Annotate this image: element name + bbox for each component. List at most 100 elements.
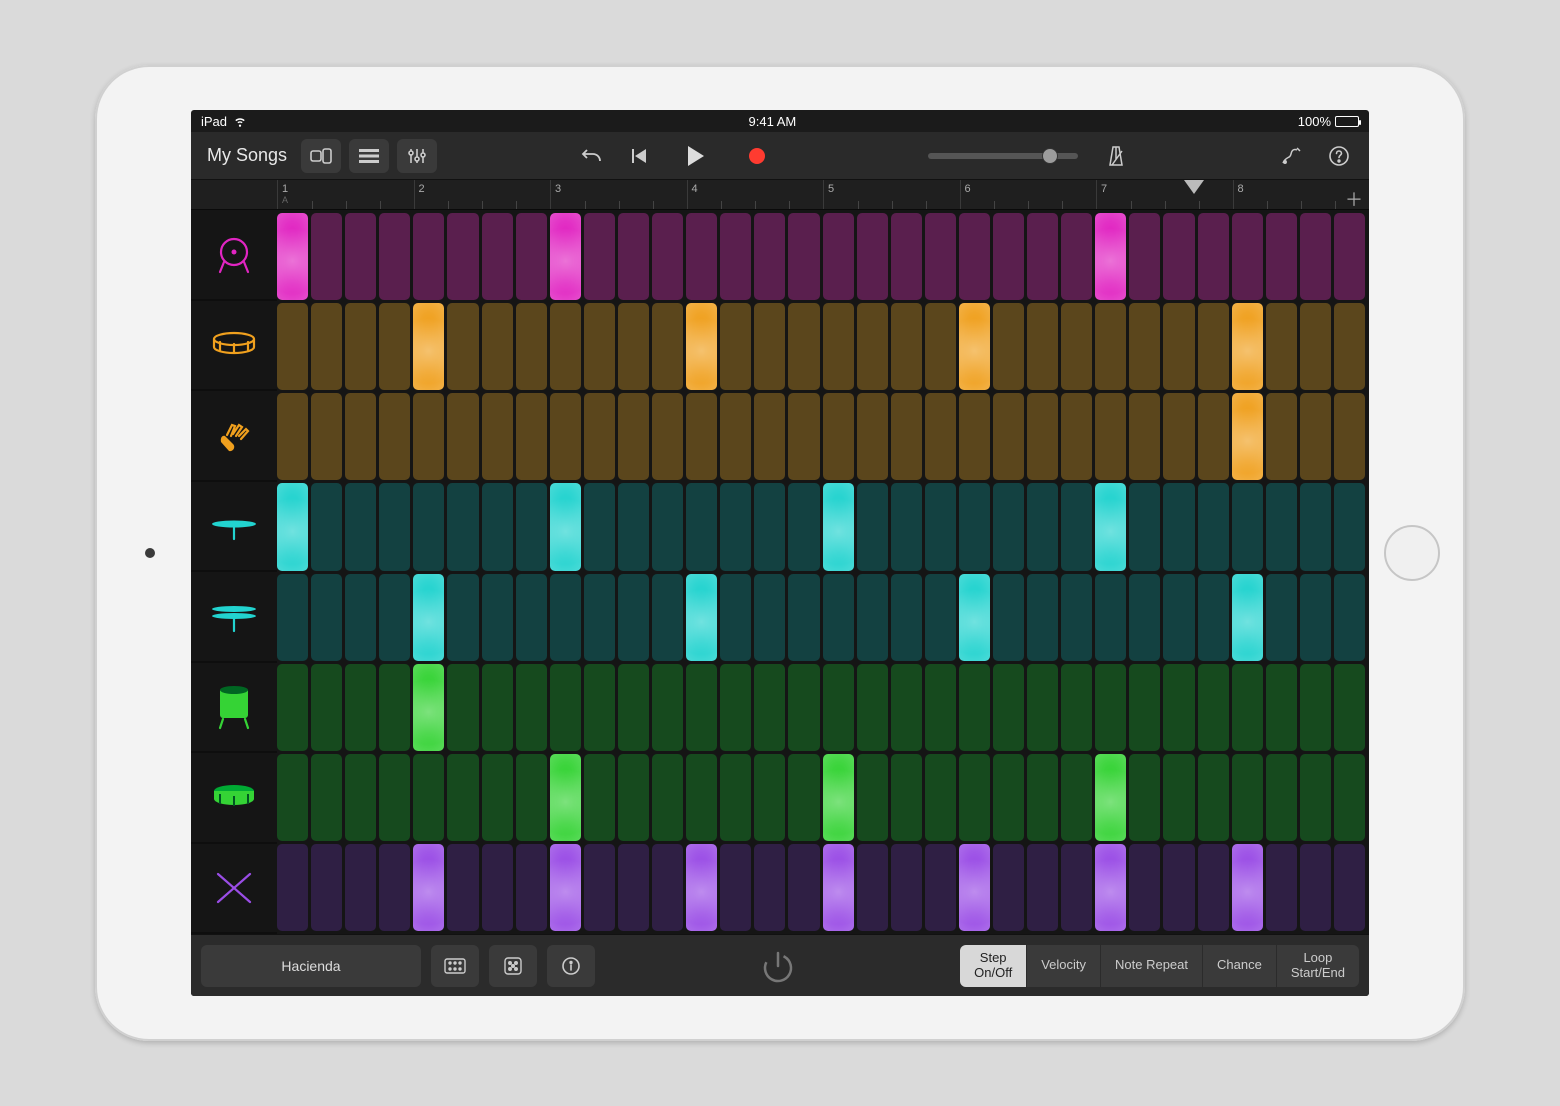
step-cell[interactable] bbox=[720, 303, 751, 390]
step-cell[interactable] bbox=[447, 393, 478, 480]
step-cell[interactable] bbox=[1027, 664, 1058, 751]
step-cell[interactable] bbox=[1266, 483, 1297, 570]
step-cell[interactable] bbox=[754, 213, 785, 300]
timeline-ruler[interactable]: ＋ 1A2345678 bbox=[277, 180, 1369, 209]
step-cell[interactable] bbox=[413, 574, 444, 661]
step-cell[interactable] bbox=[1095, 844, 1126, 931]
step-cell[interactable] bbox=[720, 754, 751, 841]
step-cell[interactable] bbox=[550, 483, 581, 570]
step-cell[interactable] bbox=[652, 213, 683, 300]
step-cell[interactable] bbox=[1266, 393, 1297, 480]
step-cell[interactable] bbox=[1061, 844, 1092, 931]
step-cell[interactable] bbox=[516, 574, 547, 661]
open-hat-icon[interactable] bbox=[191, 572, 277, 663]
step-cell[interactable] bbox=[1300, 754, 1331, 841]
step-cell[interactable] bbox=[1163, 213, 1194, 300]
step-cell[interactable] bbox=[652, 754, 683, 841]
help-button[interactable] bbox=[1319, 139, 1359, 173]
step-cell[interactable] bbox=[482, 483, 513, 570]
step-cell[interactable] bbox=[516, 844, 547, 931]
step-cell[interactable] bbox=[959, 303, 990, 390]
randomize-button[interactable] bbox=[489, 945, 537, 987]
step-cell[interactable] bbox=[823, 844, 854, 931]
step-cell[interactable] bbox=[1266, 303, 1297, 390]
step-cell[interactable] bbox=[413, 213, 444, 300]
step-cell[interactable] bbox=[550, 393, 581, 480]
step-cell[interactable] bbox=[857, 754, 888, 841]
mode-tab[interactable]: Chance bbox=[1203, 945, 1277, 987]
step-cell[interactable] bbox=[959, 754, 990, 841]
step-cell[interactable] bbox=[993, 844, 1024, 931]
step-cell[interactable] bbox=[1232, 664, 1263, 751]
my-songs-button[interactable]: My Songs bbox=[201, 145, 293, 166]
step-cell[interactable] bbox=[788, 754, 819, 841]
step-cell[interactable] bbox=[925, 393, 956, 480]
step-cell[interactable] bbox=[686, 754, 717, 841]
step-cell[interactable] bbox=[1129, 393, 1160, 480]
step-cell[interactable] bbox=[311, 213, 342, 300]
step-cell[interactable] bbox=[379, 844, 410, 931]
undo-button[interactable] bbox=[572, 139, 612, 173]
home-button[interactable] bbox=[1384, 525, 1440, 581]
step-cell[interactable] bbox=[857, 844, 888, 931]
step-cell[interactable] bbox=[447, 664, 478, 751]
step-cell[interactable] bbox=[1129, 754, 1160, 841]
step-cell[interactable] bbox=[857, 574, 888, 661]
step-cell[interactable] bbox=[1198, 574, 1229, 661]
step-cell[interactable] bbox=[891, 213, 922, 300]
step-cell[interactable] bbox=[823, 393, 854, 480]
step-cell[interactable] bbox=[1061, 213, 1092, 300]
step-cell[interactable] bbox=[482, 844, 513, 931]
power-button[interactable] bbox=[750, 938, 806, 994]
step-cell[interactable] bbox=[1027, 213, 1058, 300]
tom-lo-icon[interactable] bbox=[191, 753, 277, 844]
step-cell[interactable] bbox=[413, 754, 444, 841]
step-cell[interactable] bbox=[1061, 754, 1092, 841]
step-cell[interactable] bbox=[823, 303, 854, 390]
step-cell[interactable] bbox=[652, 664, 683, 751]
step-cell[interactable] bbox=[1266, 213, 1297, 300]
step-cell[interactable] bbox=[311, 664, 342, 751]
step-cell[interactable] bbox=[993, 664, 1024, 751]
step-cell[interactable] bbox=[686, 393, 717, 480]
step-cell[interactable] bbox=[788, 574, 819, 661]
step-cell[interactable] bbox=[891, 574, 922, 661]
step-cell[interactable] bbox=[447, 483, 478, 570]
step-cell[interactable] bbox=[925, 574, 956, 661]
step-cell[interactable] bbox=[277, 754, 308, 841]
tracks-button[interactable] bbox=[349, 139, 389, 173]
step-cell[interactable] bbox=[1061, 393, 1092, 480]
step-cell[interactable] bbox=[857, 393, 888, 480]
step-cell[interactable] bbox=[788, 844, 819, 931]
step-cell[interactable] bbox=[447, 213, 478, 300]
step-cell[interactable] bbox=[1334, 303, 1365, 390]
step-cell[interactable] bbox=[1300, 574, 1331, 661]
step-cell[interactable] bbox=[584, 393, 615, 480]
step-cell[interactable] bbox=[1129, 844, 1160, 931]
goto-start-button[interactable] bbox=[620, 139, 660, 173]
step-cell[interactable] bbox=[857, 664, 888, 751]
closed-hat-icon[interactable] bbox=[191, 482, 277, 573]
step-cell[interactable] bbox=[993, 393, 1024, 480]
step-cell[interactable] bbox=[754, 664, 785, 751]
step-cell[interactable] bbox=[891, 393, 922, 480]
step-cell[interactable] bbox=[1300, 303, 1331, 390]
step-cell[interactable] bbox=[788, 393, 819, 480]
step-cell[interactable] bbox=[516, 213, 547, 300]
step-cell[interactable] bbox=[345, 574, 376, 661]
step-cell[interactable] bbox=[1095, 483, 1126, 570]
step-cell[interactable] bbox=[516, 483, 547, 570]
step-cell[interactable] bbox=[550, 213, 581, 300]
step-cell[interactable] bbox=[1027, 393, 1058, 480]
step-cell[interactable] bbox=[891, 664, 922, 751]
step-cell[interactable] bbox=[550, 844, 581, 931]
step-cell[interactable] bbox=[686, 213, 717, 300]
step-cell[interactable] bbox=[1027, 844, 1058, 931]
step-cell[interactable] bbox=[1198, 754, 1229, 841]
step-cell[interactable] bbox=[584, 844, 615, 931]
step-cell[interactable] bbox=[925, 754, 956, 841]
step-cell[interactable] bbox=[1232, 213, 1263, 300]
step-cell[interactable] bbox=[618, 754, 649, 841]
step-cell[interactable] bbox=[516, 664, 547, 751]
step-cell[interactable] bbox=[925, 483, 956, 570]
